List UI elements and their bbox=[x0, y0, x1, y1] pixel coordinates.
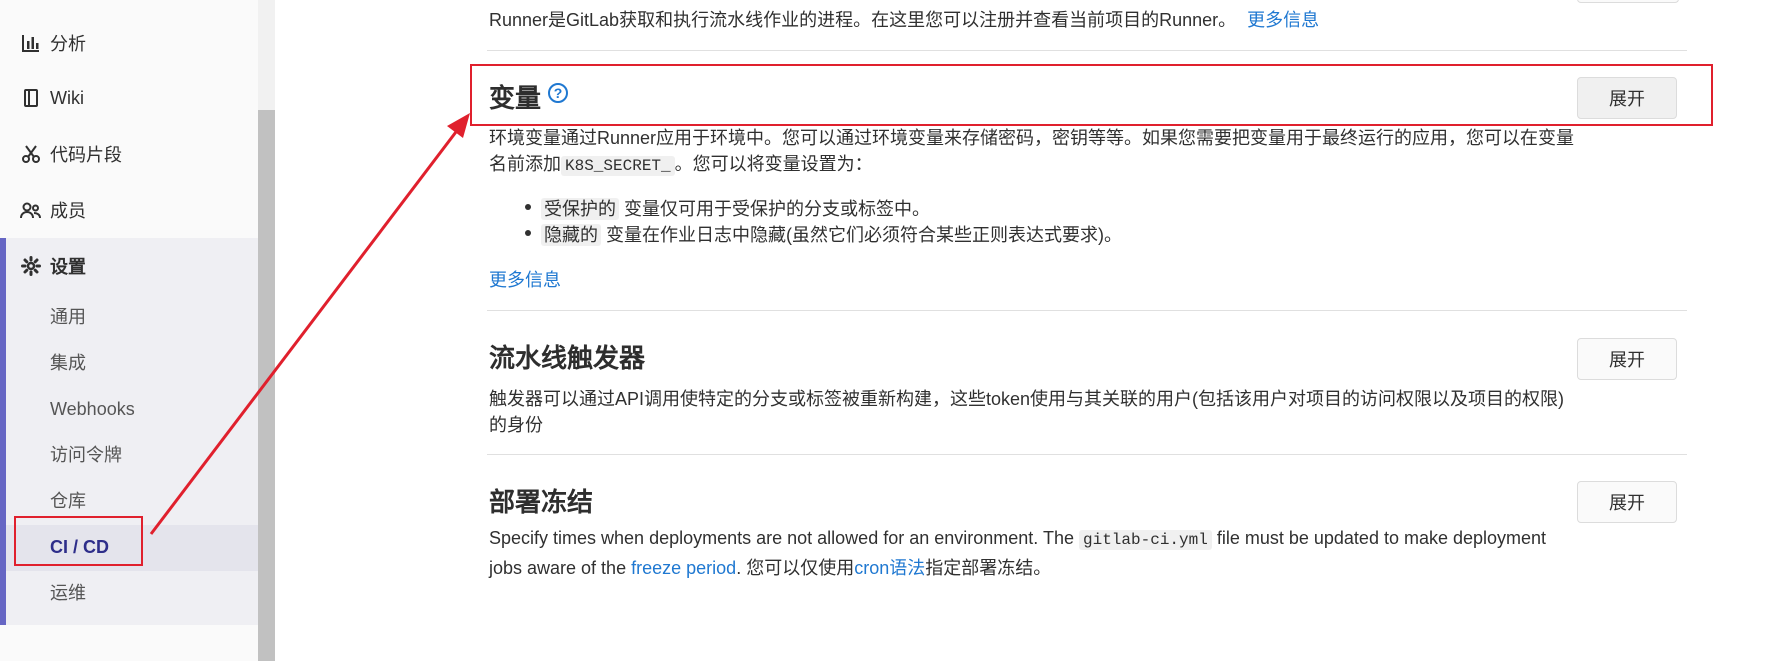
annotation-arrow bbox=[149, 113, 470, 535]
